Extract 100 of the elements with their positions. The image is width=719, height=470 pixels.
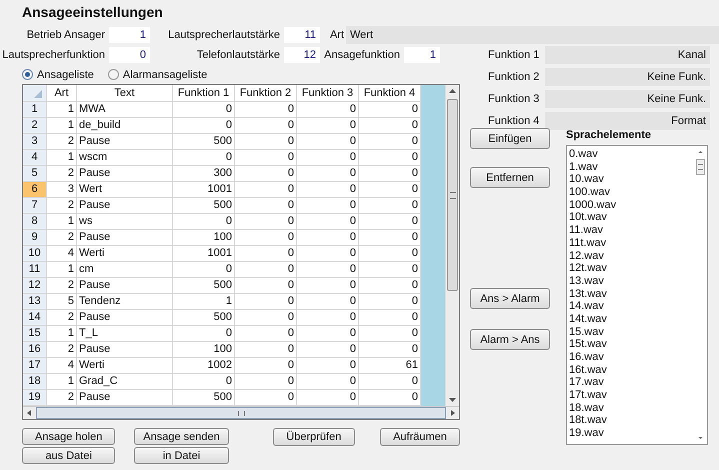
action-button[interactable]: Einfügen	[470, 128, 550, 149]
field-label: Telefonlautstärke	[196, 49, 281, 61]
row-header[interactable]: 9	[23, 230, 46, 246]
table-cell: 0	[234, 230, 296, 246]
column-header[interactable]: Funktion 3	[296, 85, 358, 102]
action-button[interactable]: Alarm > Ans	[470, 329, 550, 350]
list-item[interactable]: 17t.wav	[569, 389, 692, 402]
number-field[interactable]: 0	[109, 47, 150, 63]
form-title: Ansageeinstellungen	[22, 4, 164, 22]
radio-button[interactable]: Alarmansageliste	[108, 68, 208, 80]
table-cell: 0	[234, 310, 296, 326]
list-item[interactable]: 18t.wav	[569, 414, 692, 428]
vertical-scrollbar[interactable]	[445, 85, 459, 406]
field-label: Funktion 3	[487, 93, 540, 105]
row-header[interactable]: 14	[23, 310, 46, 326]
table-cell: 0	[296, 182, 358, 198]
row-header[interactable]: 19	[23, 390, 46, 406]
column-header[interactable]: Art	[46, 85, 76, 102]
row-header[interactable]: 2	[23, 118, 46, 134]
table-cell: 3	[46, 182, 76, 198]
table-cell: cm	[76, 262, 172, 278]
table-cell: 1	[46, 326, 76, 342]
list-item[interactable]: 14.wav	[569, 300, 692, 313]
row-header[interactable]: 17	[23, 358, 46, 374]
table-cell: 0	[358, 230, 420, 246]
row-header[interactable]: 12	[23, 278, 46, 294]
list-item[interactable]: 100.wav	[569, 186, 692, 199]
table-cell: 0	[296, 118, 358, 134]
list-item[interactable]: 11.wav	[569, 224, 692, 237]
row-header[interactable]: 16	[23, 342, 46, 358]
action-button[interactable]: Aufräumen	[380, 428, 460, 446]
row-header[interactable]: 3	[23, 134, 46, 150]
list-item[interactable]: 15.wav	[569, 326, 692, 338]
table-cell: Wert	[76, 182, 172, 198]
table-cell: 0	[358, 198, 420, 214]
table-cell: 0	[234, 214, 296, 230]
list-item[interactable]: 17.wav	[569, 376, 692, 390]
column-header[interactable]: Text	[76, 85, 172, 102]
list-item[interactable]: 11t.wav	[569, 236, 692, 250]
number-field[interactable]: 11	[284, 27, 320, 43]
action-button[interactable]: Entfernen	[470, 167, 550, 188]
table-cell: 0	[296, 358, 358, 374]
column-header[interactable]: Funktion 1	[172, 85, 234, 102]
list-item[interactable]: 12.wav	[569, 250, 692, 262]
action-button[interactable]: Ansage holen	[22, 428, 116, 445]
row-header[interactable]: 15	[23, 326, 46, 342]
row-header[interactable]: 1	[23, 102, 46, 118]
list-item[interactable]: 16.wav	[569, 351, 692, 364]
table-cell: 0	[172, 118, 234, 134]
table-cell: 0	[296, 230, 358, 246]
list-item[interactable]: 0.wav	[569, 148, 692, 161]
row-header[interactable]: 10	[23, 246, 46, 262]
action-button[interactable]: Ans > Alarm	[470, 288, 550, 309]
radio-button[interactable]: Ansageliste	[22, 68, 94, 80]
list-item[interactable]: 1.wav	[569, 160, 692, 174]
row-header[interactable]: 6	[23, 182, 46, 198]
action-button[interactable]: in Datei	[134, 447, 229, 464]
corner-cell[interactable]	[23, 85, 46, 102]
table-cell: 0	[234, 278, 296, 294]
list-item[interactable]: 12t.wav	[569, 262, 692, 275]
row-header[interactable]: 13	[23, 294, 46, 310]
number-field[interactable]: 1	[109, 27, 150, 43]
list-item[interactable]: 10t.wav	[569, 211, 692, 224]
horizontal-scrollbar[interactable]	[23, 406, 459, 419]
list-item[interactable]: 18.wav	[569, 402, 692, 414]
list-item[interactable]: 16t.wav	[569, 364, 692, 376]
row-header[interactable]: 11	[23, 262, 46, 278]
table-cell: 0	[358, 326, 420, 342]
table-cell: 2	[46, 278, 76, 294]
table-cell: Werti	[76, 358, 172, 374]
table-cell: Pause	[76, 310, 172, 326]
column-header[interactable]: Funktion 2	[234, 85, 296, 102]
row-header[interactable]: 8	[23, 214, 46, 230]
table-cell: 1	[46, 118, 76, 134]
row-header[interactable]: 18	[23, 374, 46, 390]
table-cell: 0	[296, 262, 358, 278]
list-item[interactable]: 15t.wav	[569, 338, 692, 351]
list-item[interactable]: 1000.wav	[569, 198, 692, 212]
list-item[interactable]: 14t.wav	[569, 312, 692, 326]
column-header[interactable]: Funktion 4	[358, 85, 420, 102]
row-header[interactable]: 4	[23, 150, 46, 166]
readonly-field: Wert	[346, 26, 719, 44]
list-item[interactable]: 19.wav	[569, 427, 692, 440]
list-item[interactable]: 13.wav	[569, 274, 692, 288]
table-cell: 0	[296, 374, 358, 390]
table-cell: 2	[46, 198, 76, 214]
table-cell: 0	[358, 118, 420, 134]
row-header[interactable]: 5	[23, 166, 46, 182]
row-header[interactable]: 7	[23, 198, 46, 214]
list-item[interactable]: 10.wav	[569, 173, 692, 186]
table-cell: 100	[172, 342, 234, 358]
readonly-field: Format	[545, 112, 710, 130]
field-label: Funktion 1	[487, 49, 540, 61]
action-button[interactable]: aus Datei	[22, 447, 116, 464]
action-button[interactable]: Ansage senden	[134, 428, 229, 445]
action-button[interactable]: Überprüfen	[272, 428, 355, 446]
number-field[interactable]: 12	[284, 47, 320, 63]
table-cell: 500	[172, 310, 234, 326]
number-field[interactable]: 1	[404, 47, 440, 63]
list-item[interactable]: 13t.wav	[569, 288, 692, 300]
